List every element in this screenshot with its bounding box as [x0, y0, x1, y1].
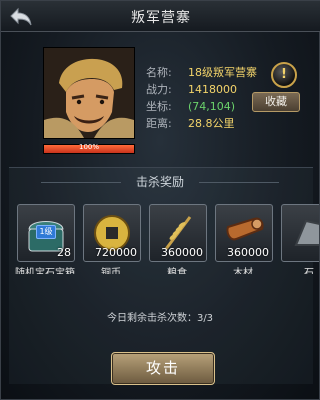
- power-row: 战力: 1418000: [146, 81, 257, 98]
- distance-value: 28.8公里: [188, 117, 235, 130]
- reward-count: 360000: [161, 246, 203, 259]
- coordinates-value[interactable]: (74,104): [188, 98, 235, 115]
- reward-label: 铜币: [101, 268, 121, 274]
- reward-item[interactable]: 1级 28: [17, 204, 75, 262]
- hp-bar: 100%: [43, 143, 135, 154]
- target-info: 名称: 18级叛军营寨 战力: 1418000 坐标: (74,104) 距离:…: [146, 64, 257, 132]
- stone-icon: [294, 219, 319, 246]
- level-badge: 1级: [36, 225, 56, 239]
- distance-label: 距离:: [146, 117, 172, 130]
- reward-item[interactable]: 360000: [149, 204, 207, 262]
- reward-count: 28: [57, 246, 71, 259]
- info-icon[interactable]: !: [271, 62, 297, 88]
- window-title: 叛军营寨: [131, 10, 191, 26]
- power-value: 1418000: [188, 83, 237, 96]
- top-bar: 叛军营寨: [1, 1, 320, 32]
- reward-item[interactable]: 720000: [83, 204, 141, 262]
- hp-percent: 100%: [78, 143, 99, 151]
- attack-button[interactable]: 攻击: [111, 352, 215, 385]
- name-label: 名称:: [146, 66, 172, 79]
- reward-label: 木材: [233, 268, 253, 274]
- reward-label: 随机宝石宝箱: [15, 268, 75, 274]
- coordinates-row: 坐标: (74,104): [146, 98, 257, 115]
- reward-count: 360000: [227, 246, 269, 259]
- reward-item[interactable]: 360000: [215, 204, 273, 262]
- name-row: 名称: 18级叛军营寨: [146, 64, 257, 81]
- rewards-list[interactable]: 1级 28 720000 360000 360000 随机宝石宝箱 铜币 粮食 …: [13, 204, 319, 274]
- reward-label: 石: [304, 268, 314, 274]
- reward-count: 720000: [95, 246, 137, 259]
- rewards-title: 击杀奖励: [1, 173, 319, 190]
- enemy-portrait: [43, 47, 135, 139]
- name-value: 18级叛军营寨: [188, 66, 257, 79]
- coordinates-label: 坐标:: [146, 100, 172, 113]
- rebel-general-portrait-icon: [44, 48, 134, 138]
- favorite-button[interactable]: 收藏: [252, 92, 300, 112]
- distance-row: 距离: 28.8公里: [146, 115, 257, 132]
- game-window: 叛军营寨 100% 名称: 18级叛军营寨 战力: 1418000 坐标: (7…: [0, 0, 320, 400]
- power-label: 战力:: [146, 83, 172, 96]
- kills-remaining: 今日剩余击杀次数：3/3: [106, 313, 214, 324]
- reward-item[interactable]: [281, 204, 319, 262]
- reward-label: 粮食: [167, 268, 187, 274]
